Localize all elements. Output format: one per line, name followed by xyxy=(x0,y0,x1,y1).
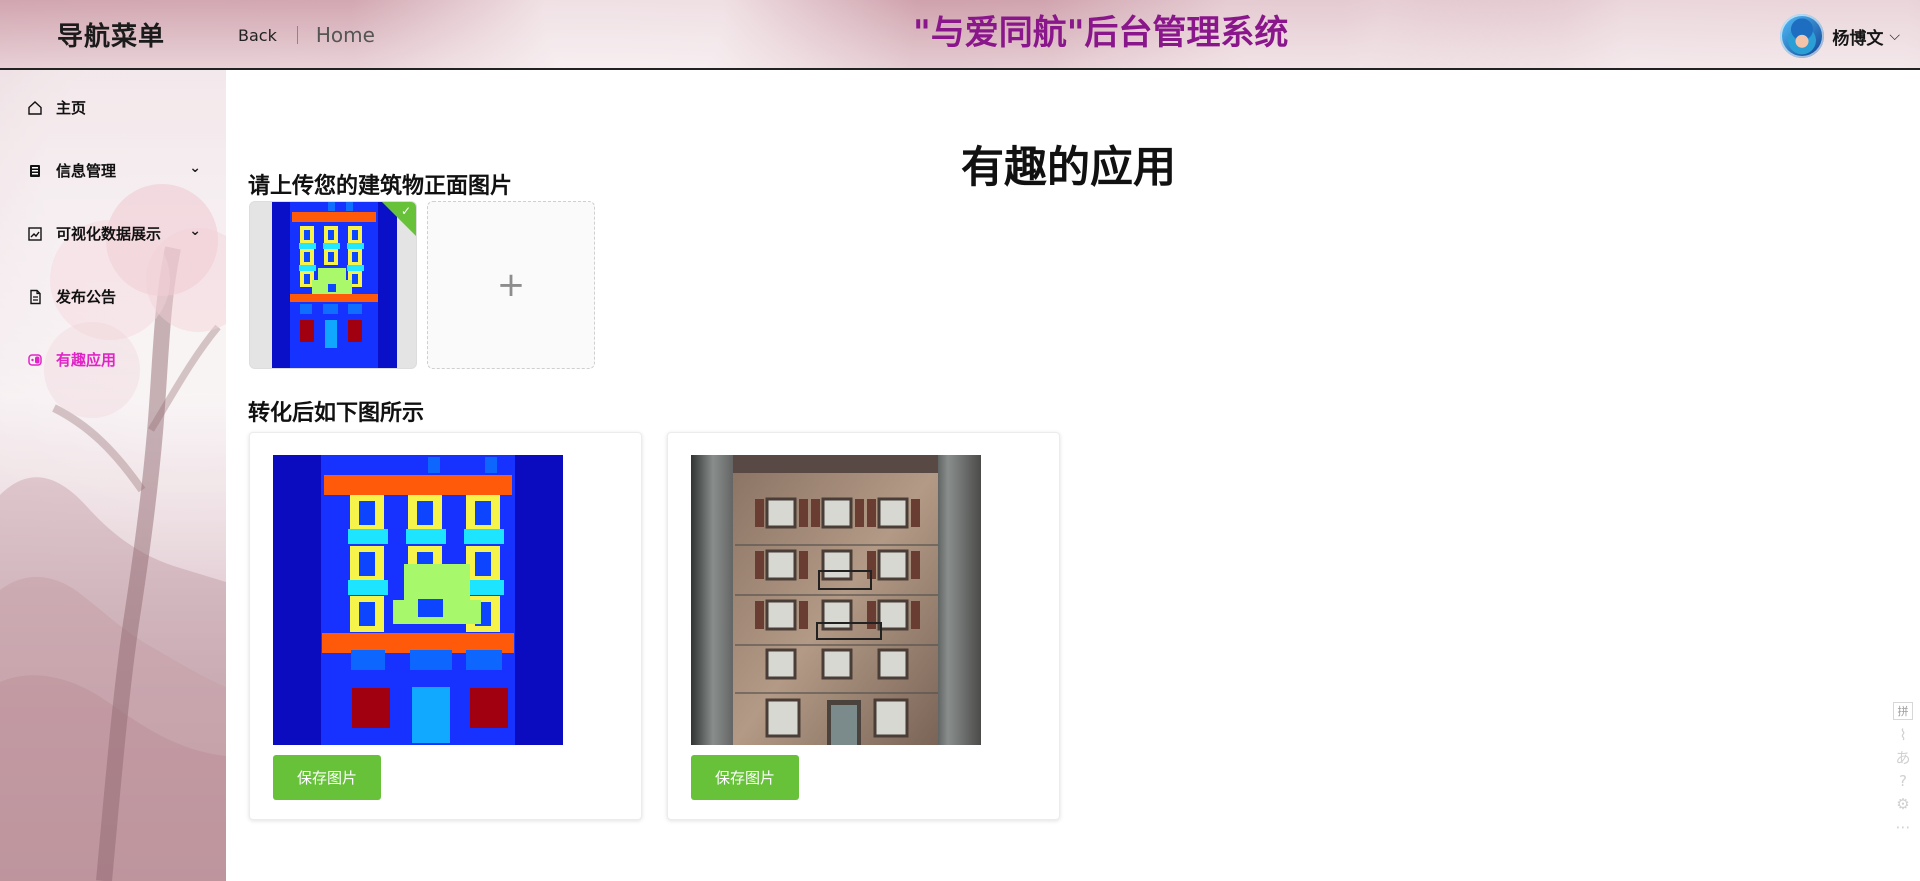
checkmark-icon: ✓ xyxy=(400,204,411,218)
page-title: 有趣的应用 xyxy=(961,142,1176,193)
user-menu[interactable]: 杨博文 ⌵ xyxy=(1780,14,1900,58)
sidebar-item-label: 信息管理 xyxy=(56,162,117,180)
ime-glyph[interactable]: ⌇ xyxy=(1899,727,1906,743)
upload-add-button[interactable]: + xyxy=(427,201,595,369)
converted-building-photo-image xyxy=(691,455,981,745)
ime-glyph[interactable]: ⚙ xyxy=(1896,796,1909,812)
sidebar-item-fun-apps[interactable]: 有趣应用 xyxy=(0,328,226,391)
ime-glyph[interactable]: ? xyxy=(1899,773,1907,789)
sidebar-menu: 主页 信息管理 ⌄ 可视化数据展示 ⌄ 发布公告 有趣应用 xyxy=(0,70,226,391)
generated-building-photo xyxy=(691,455,981,745)
plus-icon: + xyxy=(496,265,526,305)
breadcrumb-divider xyxy=(296,26,298,44)
user-name[interactable]: 杨博文 xyxy=(1832,24,1883,49)
converted-label-map-image xyxy=(273,455,563,745)
upload-section-title: 请上传您的建筑物正面图片 xyxy=(248,174,513,199)
sidebar-item-label: 可视化数据展示 xyxy=(56,225,162,243)
clipboard-icon xyxy=(26,162,44,180)
app-shell: 导航菜单 Back Home "与爱同航"后台管理系统 杨博文 ⌵ 主页 信息管… xyxy=(0,0,1920,881)
sidebar-item-data-visualization[interactable]: 可视化数据展示 ⌄ xyxy=(0,202,226,265)
result-card-label-map: 保存图片 xyxy=(249,432,642,820)
uploaded-building-label-map xyxy=(272,202,397,368)
image-icon xyxy=(26,225,44,243)
sidebar-item-info-management[interactable]: 信息管理 ⌄ xyxy=(0,139,226,202)
ime-glyph[interactable]: あ xyxy=(1895,750,1910,766)
system-title: "与爱同航"后台管理系统 xyxy=(913,13,1289,53)
result-card-photo: 保存图片 xyxy=(667,432,1060,820)
document-icon xyxy=(26,288,44,306)
chevron-down-icon[interactable]: ⌵ xyxy=(1889,28,1900,44)
save-image-button[interactable]: 保存图片 xyxy=(691,755,799,800)
avatar[interactable] xyxy=(1780,14,1825,58)
result-section-title: 转化后如下图所示 xyxy=(248,401,425,426)
home-icon xyxy=(26,99,44,117)
top-header: 导航菜单 Back Home "与爱同航"后台管理系统 杨博文 ⌵ xyxy=(0,0,1920,70)
building-label-map xyxy=(273,455,563,745)
sidebar-item-label: 有趣应用 xyxy=(56,351,117,369)
sidebar-item-label: 发布公告 xyxy=(56,288,117,306)
sidebar-item-label: 主页 xyxy=(56,99,87,117)
navigation-menu-title: 导航菜单 xyxy=(57,22,166,52)
ime-pinyin-key[interactable]: 拼 xyxy=(1893,702,1913,720)
main-content: 有趣的应用 请上传您的建筑物正面图片 ✓ + 转化后如下图所示 保存图片 保存图… xyxy=(226,70,1920,881)
home-link[interactable]: Home xyxy=(316,23,375,47)
ime-toolbar[interactable]: 拼 ⌇ あ ? ⚙ ⋯ xyxy=(1888,702,1918,856)
sidebar-item-announcement[interactable]: 发布公告 xyxy=(0,265,226,328)
uploaded-image-thumbnail[interactable]: ✓ xyxy=(249,201,417,369)
back-link[interactable]: Back xyxy=(238,26,277,45)
chevron-down-icon[interactable]: ⌄ xyxy=(189,160,201,176)
switch-icon xyxy=(26,351,44,369)
ime-glyph[interactable]: ⋯ xyxy=(1896,819,1911,835)
sidebar: 主页 信息管理 ⌄ 可视化数据展示 ⌄ 发布公告 有趣应用 xyxy=(0,70,226,881)
breadcrumb: Back Home xyxy=(238,23,375,47)
save-image-button[interactable]: 保存图片 xyxy=(273,755,381,800)
sidebar-item-home[interactable]: 主页 xyxy=(0,76,226,139)
chevron-down-icon[interactable]: ⌄ xyxy=(189,223,201,239)
